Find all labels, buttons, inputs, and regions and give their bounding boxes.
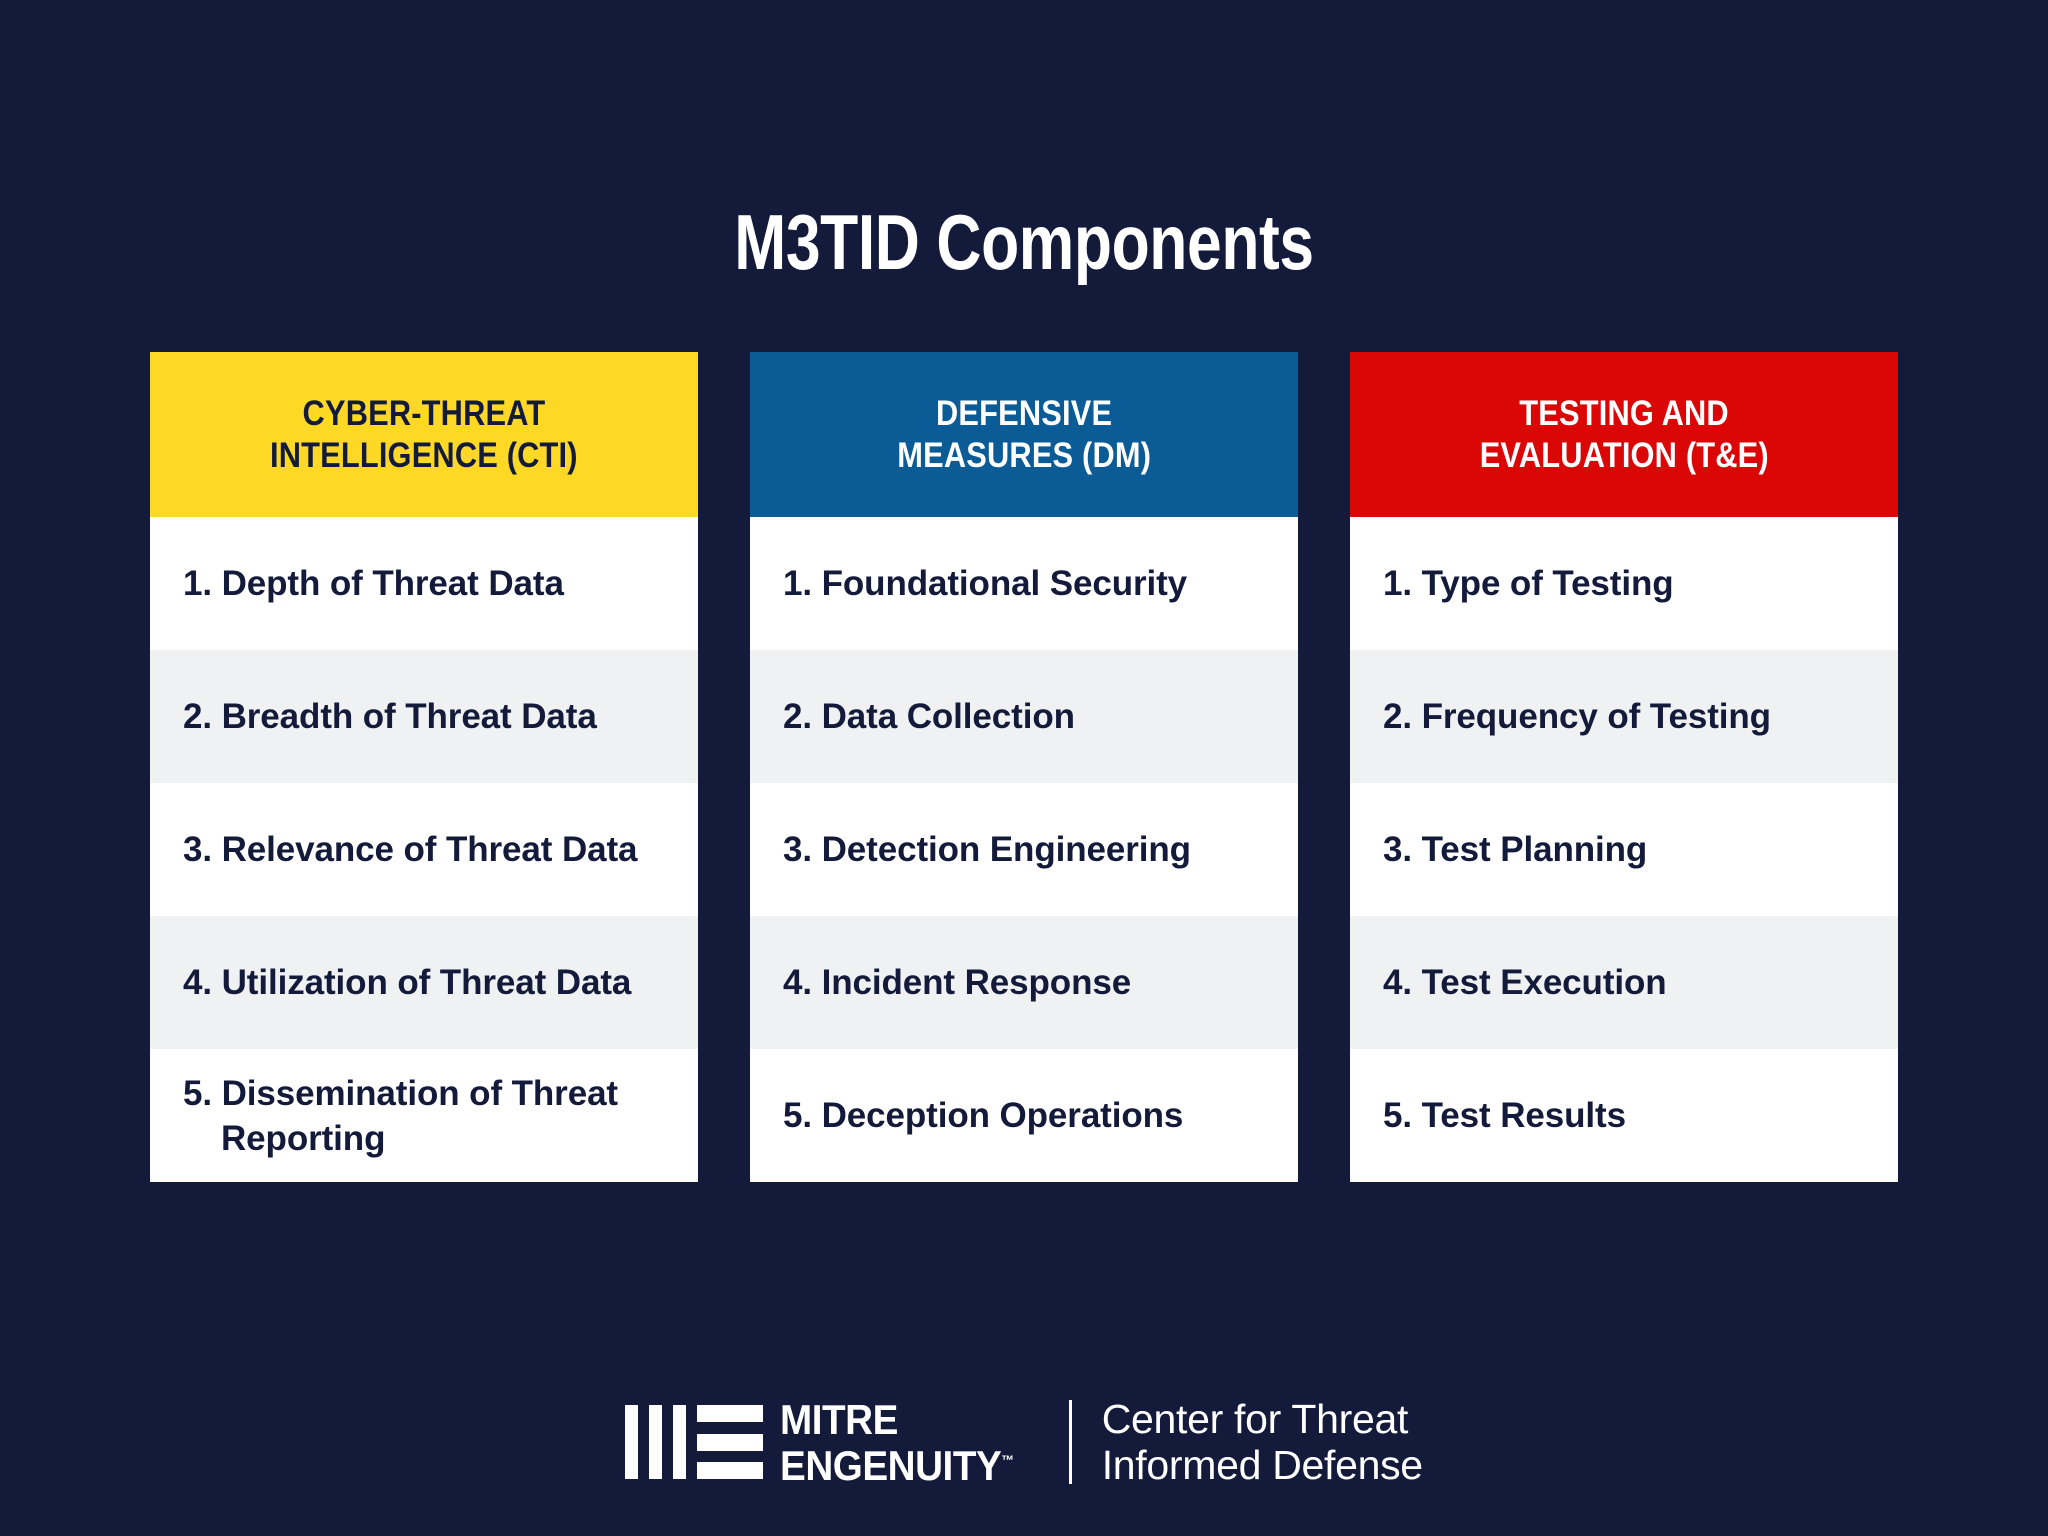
ctid-tagline: Center for Threat Informed Defense xyxy=(1102,1396,1423,1488)
column-header-cti: CYBER-THREAT INTELLIGENCE (CTI) xyxy=(150,352,698,517)
list-item-label: 2. Frequency of Testing xyxy=(1383,697,1771,736)
brand-line-2-text: ENGENUITY xyxy=(780,1441,1002,1489)
list-item[interactable]: 5. Deception Operations xyxy=(750,1049,1298,1182)
column-body-cti: 1. Depth of Threat Data 2. Breadth of Th… xyxy=(150,517,698,1182)
column-header-line2: EVALUATION (T&E) xyxy=(1479,435,1769,475)
trademark-symbol: ™ xyxy=(1001,1451,1015,1468)
mitre-engenuity-bars-icon xyxy=(625,1405,764,1479)
column-tae: TESTING AND EVALUATION (T&E) 1. Type of … xyxy=(1350,352,1898,1182)
logo-divider xyxy=(1068,1400,1072,1484)
list-item[interactable]: 1. Type of Testing xyxy=(1350,517,1898,650)
list-item-label: 4. Test Execution xyxy=(1383,963,1667,1002)
list-item-label: 3. Test Planning xyxy=(1383,830,1648,869)
column-body-tae: 1. Type of Testing 2. Frequency of Testi… xyxy=(1350,517,1898,1182)
list-item-label: 5. Deception Operations xyxy=(783,1096,1184,1135)
list-item-label: 1. Depth of Threat Data xyxy=(183,564,564,603)
list-item-label: 4. Utilization of Threat Data xyxy=(183,963,632,1002)
brand-line-2: ENGENUITY™ xyxy=(780,1440,1014,1486)
footer-branding: MITRE ENGENUITY™ Center for Threat Infor… xyxy=(0,1396,2048,1488)
list-item-label: 3. Relevance of Threat Data xyxy=(183,830,638,869)
list-item-label: 2. Breadth of Threat Data xyxy=(183,697,597,736)
list-item[interactable]: 2. Breadth of Threat Data xyxy=(150,650,698,783)
list-item[interactable]: 4. Utilization of Threat Data xyxy=(150,916,698,1049)
list-item[interactable]: 4. Test Execution xyxy=(1350,916,1898,1049)
list-item[interactable]: 2. Frequency of Testing xyxy=(1350,650,1898,783)
page-title: M3TID Components xyxy=(734,198,1314,286)
list-item[interactable]: 3. Detection Engineering xyxy=(750,783,1298,916)
slide-canvas: M3TID Components CYBER-THREAT INTELLIGEN… xyxy=(0,0,2048,1536)
column-header-line1: DEFENSIVE xyxy=(935,393,1113,433)
column-header-line1: CYBER-THREAT xyxy=(302,393,546,433)
column-header-dm: DEFENSIVE MEASURES (DM) xyxy=(750,352,1298,517)
list-item-label: 4. Incident Response xyxy=(783,963,1132,1002)
components-columns: CYBER-THREAT INTELLIGENCE (CTI) 1. Depth… xyxy=(150,352,1898,1182)
list-item[interactable]: 1. Foundational Security xyxy=(750,517,1298,650)
column-header-line2: INTELLIGENCE (CTI) xyxy=(270,435,578,475)
mitre-engenuity-wordmark: MITRE ENGENUITY™ xyxy=(780,1395,1035,1486)
logo-horizontal-bars xyxy=(697,1405,764,1479)
column-cti: CYBER-THREAT INTELLIGENCE (CTI) 1. Depth… xyxy=(150,352,698,1182)
list-item[interactable]: 5. Dissemination of Threat Reporting xyxy=(150,1049,698,1182)
brand-line-1: MITRE xyxy=(780,1395,899,1443)
column-header-tae: TESTING AND EVALUATION (T&E) xyxy=(1350,352,1898,517)
column-header-line2: MEASURES (DM) xyxy=(897,435,1151,475)
list-item[interactable]: 1. Depth of Threat Data xyxy=(150,517,698,650)
list-item[interactable]: 5. Test Results xyxy=(1350,1049,1898,1182)
list-item[interactable]: 3. Test Planning xyxy=(1350,783,1898,916)
list-item[interactable]: 2. Data Collection xyxy=(750,650,1298,783)
tagline-line-2: Informed Defense xyxy=(1101,1442,1423,1488)
list-item[interactable]: 3. Relevance of Threat Data xyxy=(150,783,698,916)
column-dm: DEFENSIVE MEASURES (DM) 1. Foundational … xyxy=(750,352,1298,1182)
list-item-label: 3. Detection Engineering xyxy=(783,830,1191,869)
list-item-label: 5. Test Results xyxy=(1383,1096,1626,1135)
list-item[interactable]: 4. Incident Response xyxy=(750,916,1298,1049)
logo-vertical-bars xyxy=(625,1405,687,1479)
list-item-label: 2. Data Collection xyxy=(783,697,1075,736)
column-header-line1: TESTING AND xyxy=(1519,393,1729,433)
list-item-label: 5. Dissemination of Threat Reporting xyxy=(183,1073,618,1158)
list-item-label: 1. Type of Testing xyxy=(1383,564,1674,603)
list-item-label: 1. Foundational Security xyxy=(783,564,1188,603)
tagline-line-1: Center for Threat xyxy=(1101,1396,1409,1442)
column-body-dm: 1. Foundational Security 2. Data Collect… xyxy=(750,517,1298,1182)
